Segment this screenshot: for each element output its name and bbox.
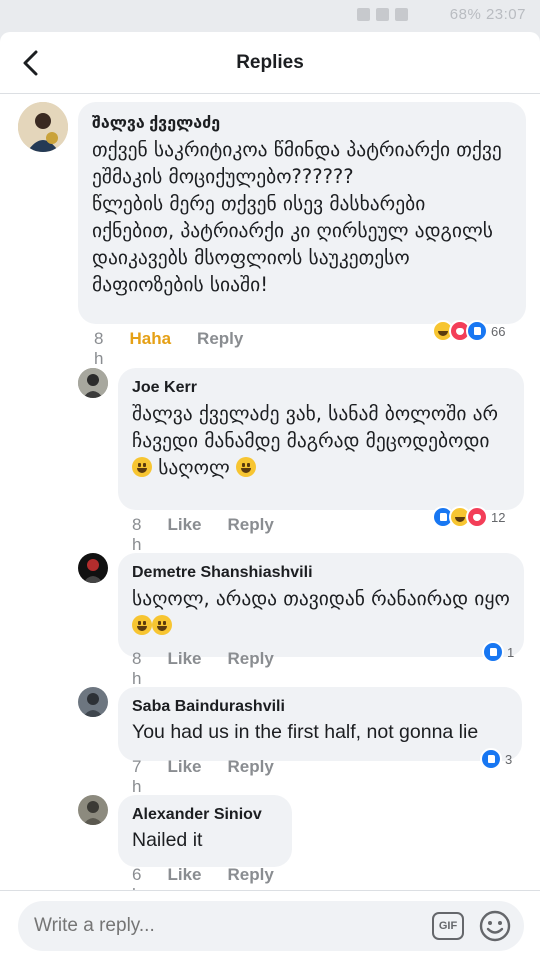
- smiley-icon: [479, 910, 511, 942]
- reactions-summary[interactable]: 12: [432, 506, 505, 528]
- status-bar: 68% 23:07: [0, 0, 540, 32]
- comment-bubble[interactable]: Joe Kerr შალვა ქველაძე ვახ, სანამ ბოლოში…: [118, 368, 524, 510]
- grinning-emoji-icon: [235, 457, 256, 477]
- comment-time[interactable]: 7 h: [132, 757, 141, 797]
- page-title: Replies: [236, 52, 304, 73]
- reactions-summary[interactable]: 66: [432, 320, 505, 342]
- comment-bubble[interactable]: Saba Baindurashvili You had us in the fi…: [118, 687, 522, 761]
- comment-text: თქვენ საკრიტიკოა წმინდა პატრიარქი თქვე ე…: [92, 138, 502, 296]
- like-button[interactable]: Like: [167, 649, 201, 689]
- reaction-count: 3: [505, 751, 513, 767]
- comment-author[interactable]: Demetre Shanshiashvili: [132, 564, 510, 582]
- comment-text-main: შალვა ქველაძე ვახ, სანამ ბოლოში არ ჩავედ…: [132, 402, 499, 452]
- comment-bubble[interactable]: Demetre Shanshiashvili საღოლ, არადა თავი…: [118, 553, 524, 657]
- reply-button[interactable]: Reply: [228, 515, 274, 555]
- grinning-emoji-icon: [152, 615, 172, 635]
- comment-time[interactable]: 8 h: [132, 515, 141, 555]
- comment-meta: 8 h Like Reply: [132, 515, 274, 555]
- comment-text: Nailed it: [132, 829, 203, 851]
- reaction-count: 66: [491, 323, 506, 339]
- gif-button[interactable]: GIF: [432, 912, 464, 940]
- comment-text: საღოლ, არადა თავიდან რანაირად იყო: [132, 585, 510, 639]
- comment-text: You had us in the first half, not gonna …: [132, 721, 479, 743]
- avatar[interactable]: [78, 368, 108, 398]
- grinning-emoji-icon: [132, 457, 152, 477]
- comment-author[interactable]: შალვა ქველაძე: [92, 113, 512, 133]
- comment-text: შალვა ქველაძე ვახ, სანამ ბოლოში არ ჩავედ…: [132, 400, 510, 481]
- replies-sheet: Replies შალვა ქველაძე თქვენ საკრიტიკოა წ…: [0, 32, 540, 960]
- like-reaction-icon: [480, 748, 502, 770]
- comment-bubble[interactable]: Alexander Siniov Nailed it: [118, 795, 292, 867]
- reply-button[interactable]: Reply: [197, 329, 243, 369]
- comment-text-main: საღოლ, არადა თავიდან რანაირად იყო: [132, 587, 510, 610]
- comment-text-tail: საღოლ: [158, 456, 230, 479]
- comment-meta: 8 h Like Reply: [132, 649, 274, 689]
- comment-author[interactable]: Alexander Siniov: [132, 806, 278, 824]
- like-button[interactable]: Like: [167, 515, 201, 555]
- avatar[interactable]: [18, 102, 68, 152]
- comment-time[interactable]: 8 h: [132, 649, 141, 689]
- reactions-summary[interactable]: 1: [482, 641, 514, 663]
- comment-meta: 8 h Haha Reply: [94, 329, 243, 369]
- reaction-count: 12: [491, 509, 506, 525]
- comment-meta: 7 h Like Reply: [132, 757, 274, 797]
- reply-button[interactable]: Reply: [228, 757, 274, 797]
- reaction-count: 1: [507, 644, 515, 660]
- like-reaction-icon: [466, 320, 488, 342]
- comment-author[interactable]: Saba Baindurashvili: [132, 698, 508, 716]
- header: Replies: [0, 32, 540, 94]
- comment-author[interactable]: Joe Kerr: [132, 379, 510, 397]
- reply-composer: GIF: [0, 890, 540, 960]
- like-reaction-icon: [482, 641, 504, 663]
- avatar[interactable]: [78, 795, 108, 825]
- status-icons: [357, 8, 408, 21]
- reactions-summary[interactable]: 3: [480, 748, 512, 770]
- comment-bubble[interactable]: შალვა ქველაძე თქვენ საკრიტიკოა წმინდა პა…: [78, 102, 526, 324]
- love-reaction-icon: [466, 506, 488, 528]
- like-button[interactable]: Like: [167, 757, 201, 797]
- comment-time[interactable]: 8 h: [94, 329, 103, 369]
- status-text: 68% 23:07: [449, 6, 526, 23]
- reply-button[interactable]: Reply: [228, 649, 274, 689]
- grinning-emoji-icon: [132, 615, 152, 635]
- avatar[interactable]: [78, 553, 108, 583]
- emoji-button[interactable]: [478, 909, 512, 943]
- haha-reaction-button[interactable]: Haha: [129, 329, 171, 369]
- avatar[interactable]: [78, 687, 108, 717]
